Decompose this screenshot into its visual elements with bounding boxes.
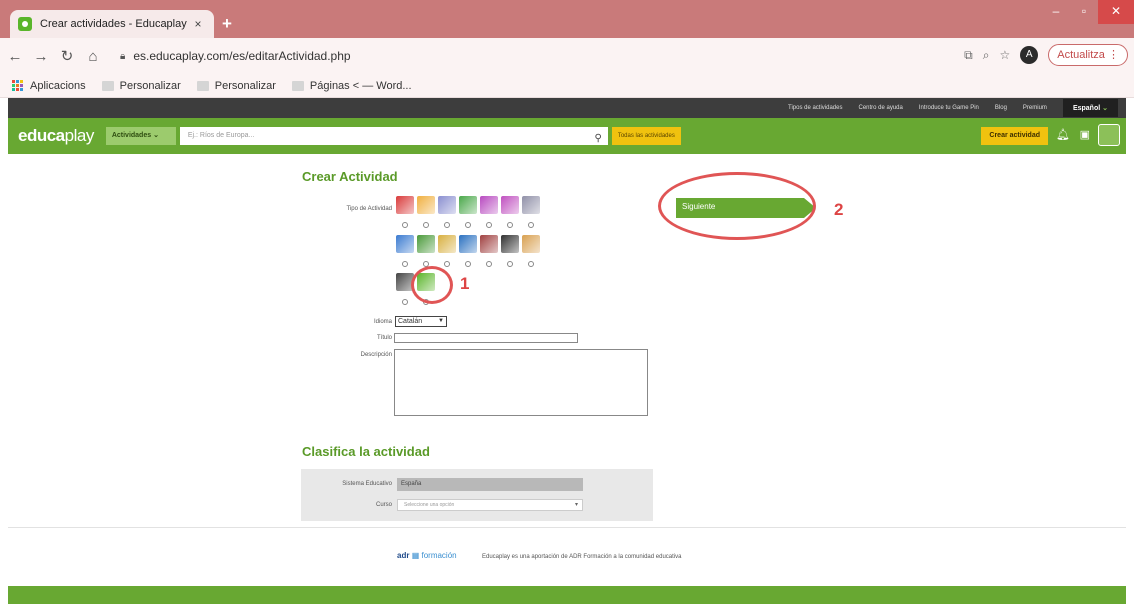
tab-close-icon[interactable]: × [190,17,206,31]
address-bar-actions: ⧉ ⌕ ☆ A Actualitza ⋮ [964,44,1128,66]
activity-type-radio[interactable] [528,222,534,228]
reload-icon[interactable]: ↻ [56,47,78,65]
messages-icon[interactable]: ▣ [1080,128,1090,141]
zoom-icon[interactable]: ⌕ [983,48,990,63]
classify-panel [301,469,653,521]
bookmark-item[interactable]: Personalizar [101,80,181,92]
page-icon [196,80,209,91]
activity-type-radio[interactable] [486,261,492,267]
activity-type-icon[interactable] [438,196,456,214]
back-icon[interactable]: ← [4,48,26,65]
course-select[interactable]: Seleccione una opción [397,499,583,511]
language-select[interactable]: Catalán [395,316,447,327]
activity-type-icon[interactable] [459,196,477,214]
new-tab-button[interactable]: + [222,14,232,34]
browser-tab-bar: Crear actividades - Educaplay × + – ▫ ✕ [0,0,1134,38]
activity-type-icon[interactable] [459,235,477,253]
footer-divider [8,527,1126,528]
minimize-icon[interactable]: – [1042,0,1070,24]
activity-type-radio[interactable] [402,261,408,267]
activity-type-label: Tipo de Actividad [346,206,392,212]
user-icon[interactable] [1098,124,1120,146]
activity-type-radio[interactable] [528,261,534,267]
activity-type-radio[interactable] [465,261,471,267]
annotation-number-2: 2 [834,200,844,219]
activity-type-radio[interactable] [465,222,471,228]
all-activities-button[interactable]: Todas las actividades [611,127,681,145]
activity-type-icon[interactable] [417,235,435,253]
close-window-icon[interactable]: ✕ [1098,0,1134,24]
bell-icon[interactable]: 🔔︎ [1056,128,1070,141]
bookmark-apps[interactable]: Aplicacions [12,79,86,92]
profile-avatar[interactable]: A [1020,46,1039,64]
translate-icon[interactable]: ⧉ [964,48,973,63]
activity-type-icon[interactable] [417,196,435,214]
search-icon[interactable]: ⚲ [595,130,602,148]
activity-type-icon[interactable] [522,196,540,214]
title-label: Título [376,335,392,341]
description-field[interactable] [394,349,648,416]
nav-link-help-center[interactable]: Centro de ayuda [858,105,902,111]
educaplay-favicon-icon [18,17,32,31]
language-selector[interactable]: Español ⌄ [1062,99,1118,117]
lock-icon: 🔒︎ [120,50,126,62]
apps-grid-icon [12,79,24,92]
activity-type-icon[interactable] [522,235,540,253]
site-top-nav: Tipos de actividades Centro de ayuda Int… [8,98,1126,118]
browser-tab[interactable]: Crear actividades - Educaplay × [10,10,214,38]
activity-type-icon[interactable] [438,235,456,253]
url-text: es.educaplay.com/es/editarActividad.php [133,49,351,63]
language-label: Idioma [373,319,392,325]
bookmarks-bar: Aplicacions Personalizar Personalizar Pá… [0,74,1134,98]
course-label: Curso [375,502,392,508]
annotation-number-1: 1 [460,274,470,293]
classify-heading: Clasifica la actividad [302,444,430,459]
update-button[interactable]: Actualitza ⋮ [1048,44,1128,66]
create-activity-heading: Crear Actividad [302,169,398,184]
activity-type-radio[interactable] [402,222,408,228]
site-header: educaplay Actividades ⌄ Ej.: Ríos de Eur… [8,118,1126,154]
title-field[interactable] [394,333,578,343]
activity-type-icon[interactable] [480,196,498,214]
activity-type-radio[interactable] [507,261,513,267]
nav-link-premium[interactable]: Premium [1023,105,1047,111]
activity-type-icon[interactable] [501,235,519,253]
activity-type-radio[interactable] [423,222,429,228]
activity-type-radio[interactable] [444,222,450,228]
bookmark-item[interactable]: Páginas < — Word... [291,80,412,92]
home-icon[interactable]: ⌂ [82,48,104,65]
page-icon [101,80,114,91]
education-system-label: Sistema Educativo [342,481,392,487]
adr-formacion-logo[interactable]: adr ▦ formación [397,551,457,560]
create-activity-button[interactable]: Crear actividad [981,127,1048,145]
annotation-circle-2 [658,172,816,240]
site-footer-bar [8,586,1126,604]
description-label: Descripción [360,352,392,358]
nav-link-blog[interactable]: Blog [995,105,1007,111]
bookmark-item[interactable]: Personalizar [196,80,276,92]
activity-type-icon[interactable] [480,235,498,253]
activity-type-icon[interactable] [501,196,519,214]
bookmark-star-icon[interactable]: ☆ [999,48,1010,62]
search-input[interactable]: Ej.: Ríos de Europa... ⚲ [179,127,608,148]
footer-text: Educaplay es una aportación de ADR Forma… [482,554,682,560]
activity-type-radio[interactable] [444,261,450,267]
annotation-circle-1 [411,266,453,304]
educaplay-logo[interactable]: educaplay [18,126,94,146]
nav-link-activity-types[interactable]: Tipos de actividades [788,105,842,111]
forward-icon[interactable]: → [30,48,52,65]
activity-type-icon[interactable] [396,196,414,214]
education-system-field[interactable]: España [397,478,583,491]
activity-type-radio[interactable] [402,299,408,305]
maximize-icon[interactable]: ▫ [1070,0,1098,24]
activity-type-radio[interactable] [486,222,492,228]
nav-link-game-pin[interactable]: Introduce tu Game Pin [919,105,979,111]
activities-dropdown[interactable]: Actividades ⌄ [105,127,176,145]
activity-type-icon[interactable] [396,235,414,253]
tab-title: Crear actividades - Educaplay [40,18,187,30]
window-controls: – ▫ ✕ [1042,0,1134,24]
activity-type-radio[interactable] [507,222,513,228]
page-icon [291,80,304,91]
